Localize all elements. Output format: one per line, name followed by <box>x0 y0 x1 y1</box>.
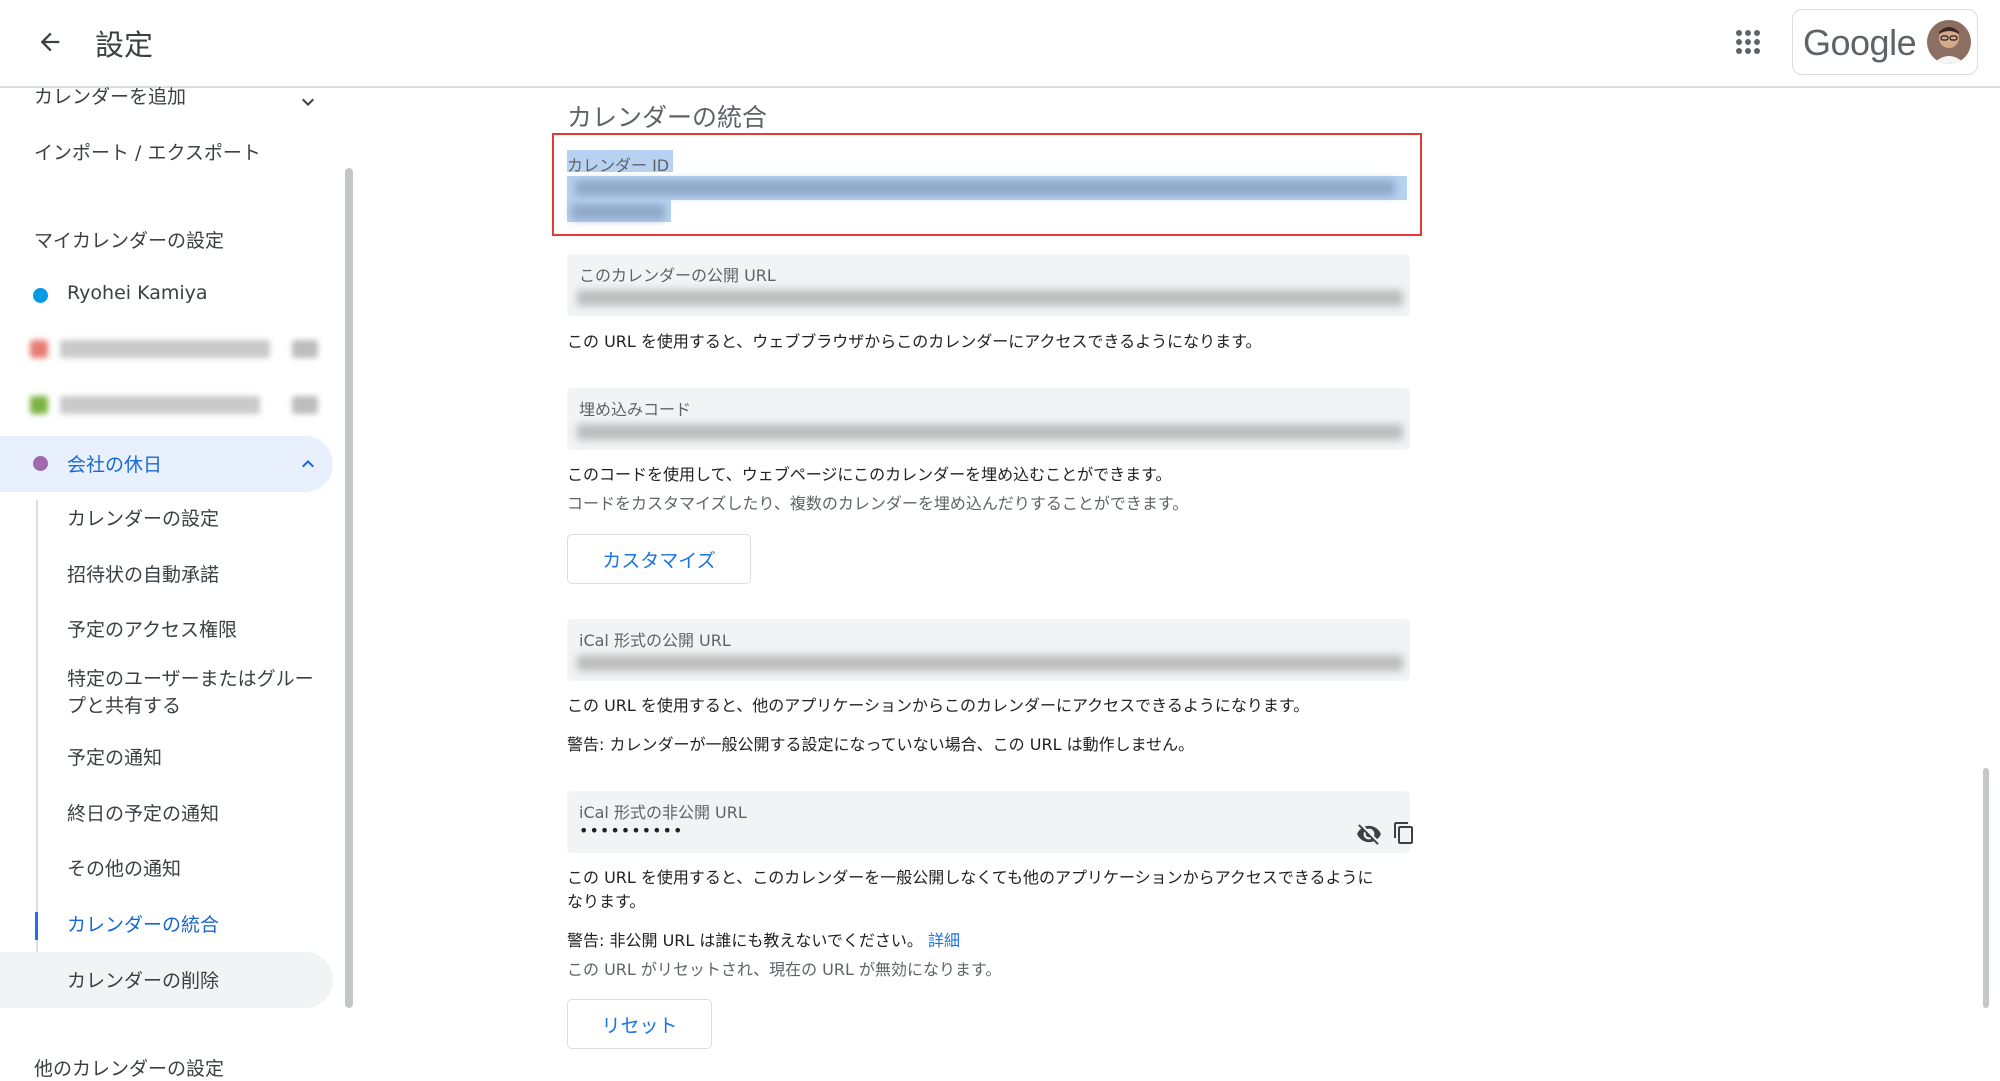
avatar[interactable] <box>1927 20 1971 64</box>
ical-private-value[interactable]: •••••••••• <box>579 821 683 840</box>
submenu-guide-line <box>36 500 38 968</box>
customize-button[interactable]: カスタマイズ <box>567 534 751 584</box>
page-title: 設定 <box>95 28 154 62</box>
embed-code-label: 埋め込みコード <box>579 400 692 419</box>
embed-sub-note: コードをカスタマイズしたり、複数のカレンダーを埋め込んだりすることができます。 <box>567 494 1189 513</box>
page-scrollbar[interactable] <box>1983 768 1989 1008</box>
calendar-item-company-holidays[interactable]: 会社の休日 <box>0 436 333 492</box>
public-url-note: この URL を使用すると、ウェブブラウザからこのカレンダーにアクセスできるよう… <box>567 332 1262 351</box>
highlight-annotation <box>552 133 1422 236</box>
details-link[interactable]: 詳細 <box>928 931 960 950</box>
calendar-label <box>60 340 270 358</box>
ical-public-note: この URL を使用すると、他のアプリケーションからこのカレンダーにアクセスでき… <box>567 696 1310 715</box>
calendar-color-dot <box>33 288 48 303</box>
my-calendars-heading: マイカレンダーの設定 <box>34 230 225 252</box>
sub-item-delete-calendar[interactable]: カレンダーの削除 <box>0 952 333 1008</box>
calendar-color-dot <box>33 456 48 471</box>
google-logo: Google <box>1803 22 1917 63</box>
copy-icon[interactable] <box>1392 821 1416 845</box>
embed-code-value[interactable] <box>577 424 1403 440</box>
visibility-off-icon[interactable] <box>1356 821 1382 847</box>
calendar-color-dot <box>30 396 48 414</box>
calendar-color-dot <box>30 340 48 358</box>
apps-grid-icon <box>1736 30 1760 54</box>
embed-code-field[interactable]: 埋め込みコード <box>567 388 1410 450</box>
ical-private-url-field[interactable]: iCal 形式の非公開 URL •••••••••• <box>567 791 1413 853</box>
chevron-down-icon[interactable] <box>296 90 320 114</box>
calendar-options-icon <box>292 340 318 358</box>
other-calendars-heading: 他のカレンダーの設定 <box>34 1058 225 1080</box>
ical-public-warning: 警告: カレンダーが一般公開する設定になっていない場合、この URL は動作しま… <box>567 735 1195 754</box>
section-title: カレンダーの統合 <box>567 103 768 132</box>
sidebar-scrollbar[interactable] <box>345 168 353 1008</box>
calendar-label: 会社の休日 <box>67 454 163 476</box>
calendar-label <box>60 396 260 414</box>
ical-public-url-field[interactable]: iCal 形式の公開 URL <box>567 619 1410 681</box>
public-url-label: このカレンダーの公開 URL <box>579 266 776 285</box>
ical-private-label: iCal 形式の非公開 URL <box>579 803 747 822</box>
ical-private-warning-row: 警告: 非公開 URL は誰にも教えないでください。 詳細 <box>567 929 960 953</box>
import-export-link[interactable]: インポート / エクスポート <box>34 138 367 165</box>
calendar-options-icon <box>292 396 318 414</box>
ical-private-warning: 警告: 非公開 URL は誰にも教えないでください。 <box>567 931 923 950</box>
top-app-bar: 設定 Google <box>0 0 2000 88</box>
active-indicator <box>35 912 38 940</box>
delete-calendar-label: カレンダーの削除 <box>67 970 220 992</box>
chevron-up-icon[interactable] <box>296 452 320 476</box>
ical-private-note-line1: この URL を使用すると、このカレンダーを一般公開しなくても他のアプリケーショ… <box>567 868 1374 887</box>
back-button[interactable] <box>30 22 70 62</box>
ical-public-value[interactable] <box>577 655 1403 671</box>
embed-note: このコードを使用して、ウェブページにこのカレンダーを埋め込むことができます。 <box>567 465 1172 484</box>
reset-button[interactable]: リセット <box>567 999 712 1049</box>
ical-public-label: iCal 形式の公開 URL <box>579 631 731 650</box>
public-url-value[interactable] <box>577 290 1403 306</box>
integrate-calendar-section: カレンダーの統合 カレンダー ID このカレンダーの公開 URL この URL … <box>545 88 1425 1081</box>
apps-button[interactable] <box>1728 22 1768 62</box>
sub-item-share-with-people[interactable]: 特定のユーザーまたはグループと共有する <box>67 666 327 720</box>
public-url-field[interactable]: このカレンダーの公開 URL <box>567 254 1410 316</box>
settings-sidebar: カレンダーを追加 インポート / エクスポート マイカレンダーの設定 Ryohe… <box>0 86 345 1081</box>
account-switcher[interactable]: Google <box>1792 9 1978 75</box>
arrow-back-icon <box>40 32 60 52</box>
add-calendar-label: カレンダーを追加 <box>34 86 187 108</box>
reset-note: この URL がリセットされ、現在の URL が無効になります。 <box>567 960 1002 979</box>
ical-private-note-line2: なります。 <box>567 892 646 911</box>
